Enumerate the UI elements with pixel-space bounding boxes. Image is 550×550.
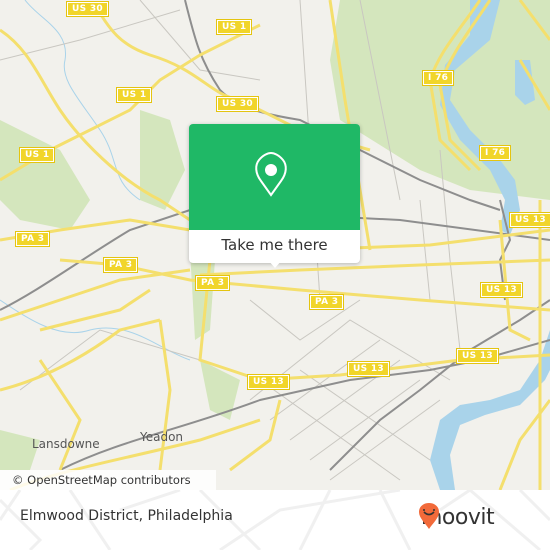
route-shield: US 30 [216,96,259,112]
popup-header[interactable] [189,124,360,230]
route-shield: US 13 [456,348,499,364]
route-shield: PA 3 [194,275,231,291]
popup-pointer [268,260,282,268]
moovit-logo[interactable]: moovit [418,502,495,532]
location-pin-icon [255,151,287,197]
place-label: Yeadon [140,430,184,444]
route-shield: US 13 [480,282,523,298]
route-shield: US 13 [509,212,550,228]
location-title: Elmwood District, Philadelphia [20,508,233,524]
route-shield: I 76 [478,145,512,161]
route-shield: US 1 [115,87,153,103]
moovit-pin-icon [419,503,439,529]
route-shield: PA 3 [102,257,139,273]
map-attribution[interactable]: © OpenStreetMap contributors [0,470,216,490]
take-me-there-button[interactable]: Take me there [189,230,360,263]
route-shield: US 30 [66,1,109,17]
route-shield: US 13 [247,374,290,390]
destination-popup[interactable]: Take me there [189,124,360,268]
route-shield: US 1 [215,19,253,35]
place-label: Lansdowne [32,437,100,451]
route-shield: I 76 [421,70,455,86]
footer: Elmwood District, Philadelphia moovit [0,490,550,550]
map[interactable]: US 30 US 1 US 1 US 30 US 1 I 76 I 76 US 13 PA 3 P… [0,0,550,490]
route-shield: US 13 [347,361,390,377]
route-shield: US 1 [18,147,56,163]
route-shield: PA 3 [308,294,345,310]
route-shield: PA 3 [14,231,51,247]
